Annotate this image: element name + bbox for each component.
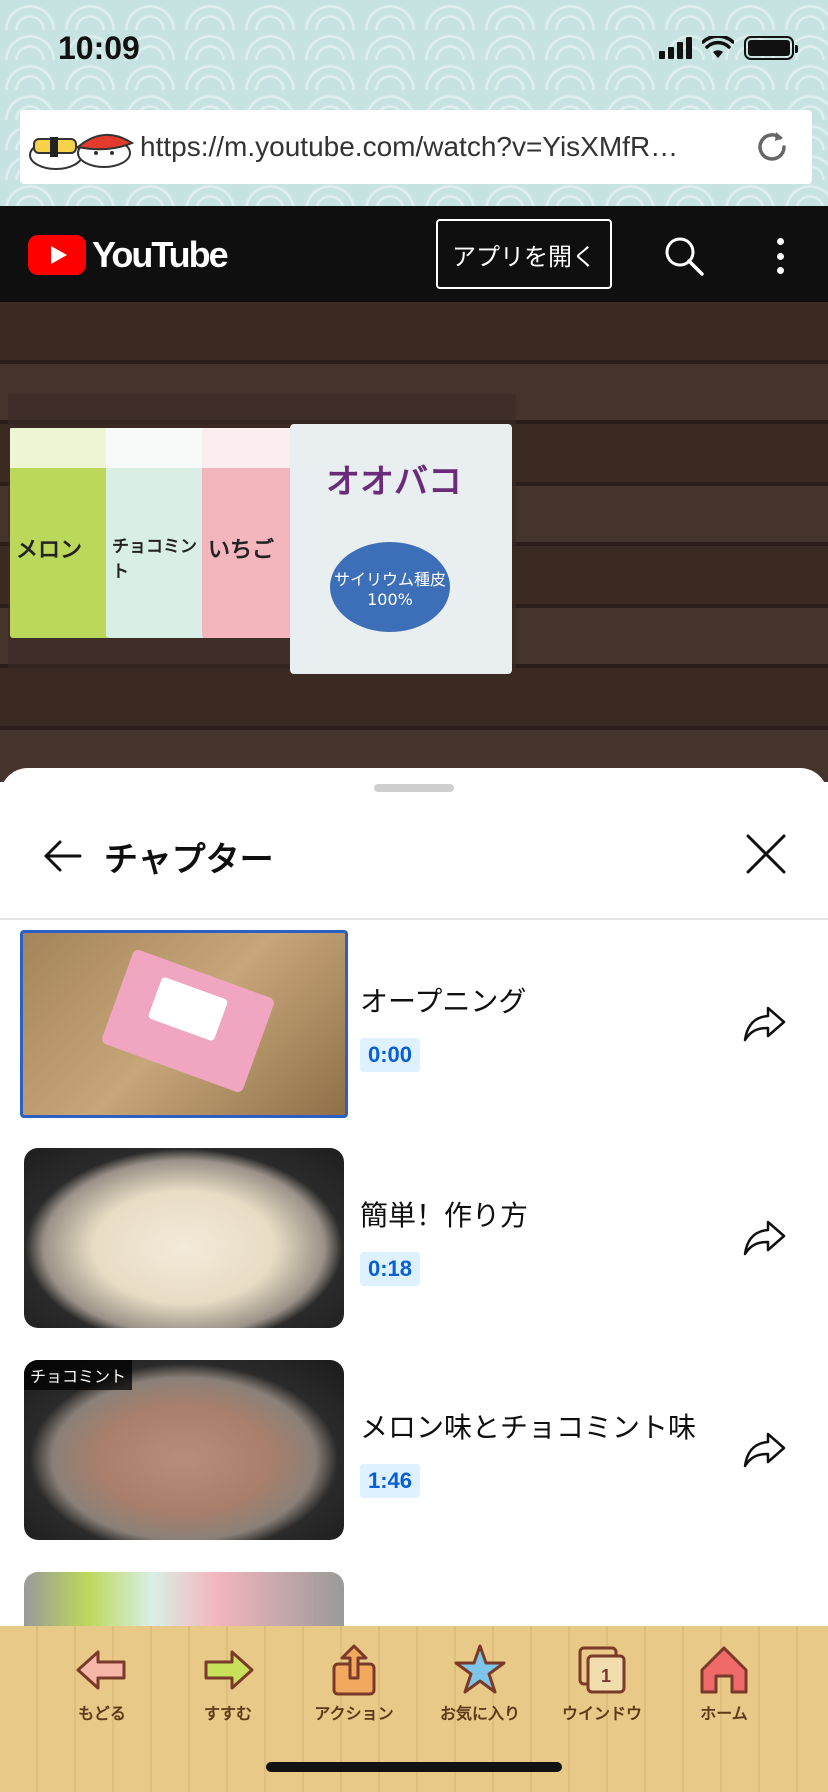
toolbar-window-button[interactable]: 1 ウインドウ	[552, 1642, 652, 1738]
chapter-thumbnail[interactable]	[24, 1148, 344, 1328]
star-icon	[454, 1644, 506, 1694]
toolbar-label: ウインドウ	[561, 1704, 642, 1723]
status-time: 10:09	[58, 30, 140, 66]
chapter-thumb-tag: チョコミント	[24, 1360, 133, 1390]
cellular-signal-icon	[659, 37, 692, 59]
toolbar-label: お気に入り	[439, 1704, 520, 1723]
chapters-title: チャプター	[104, 840, 274, 880]
chapter-timestamp[interactable]: 1:46	[360, 1464, 421, 1498]
status-bar: 10:09	[0, 0, 828, 100]
search-icon[interactable]	[662, 234, 706, 278]
back-arrow-icon[interactable]	[40, 832, 88, 880]
chapter-item[interactable]: 簡単！作り方 0:18	[0, 1148, 828, 1334]
youtube-logo-text: YouTube	[92, 234, 229, 275]
svg-text:1: 1	[601, 1666, 611, 1686]
share-action-icon	[332, 1644, 376, 1696]
chapter-timestamp[interactable]: 0:00	[360, 1038, 421, 1072]
sushi-logo-icon	[26, 117, 136, 177]
reload-icon[interactable]	[742, 117, 802, 177]
status-icons	[659, 36, 798, 60]
close-icon[interactable]	[738, 826, 794, 882]
browser-chrome: 10:09 https://m.youtube.com/watch?v=YisX…	[0, 0, 828, 206]
youtube-logo[interactable]: YouTube	[28, 234, 229, 276]
home-icon	[700, 1646, 748, 1694]
wifi-icon	[702, 36, 734, 58]
chapter-thumbnail[interactable]: チョコミント	[24, 1360, 344, 1540]
battery-icon	[744, 36, 798, 60]
psyllium-bag: オオバコ サイリウム種皮 100%	[290, 424, 512, 674]
toolbar-label: すすむ	[203, 1704, 252, 1723]
chapter-item[interactable]: チョコミント メロン味とチョコミント味 1:46	[0, 1360, 828, 1546]
home-indicator[interactable]	[266, 1762, 562, 1772]
toolbar-home-button[interactable]: ホーム	[674, 1642, 774, 1738]
chapter-thumbnail[interactable]	[24, 1572, 344, 1628]
chapter-title: オープニング	[360, 985, 527, 1018]
share-icon[interactable]	[742, 1216, 786, 1260]
drag-handle[interactable]	[374, 784, 454, 792]
carton-melon: メロン	[10, 428, 110, 638]
url-text[interactable]: https://m.youtube.com/watch?v=YisXMfR…	[140, 131, 742, 163]
back-arrow-icon	[76, 1650, 126, 1690]
toolbar-label: ホーム	[700, 1704, 748, 1723]
carton-chocomint: チョコミント	[106, 428, 206, 638]
chapter-title: 簡単！作り方	[360, 1199, 529, 1232]
chapter-thumbnail[interactable]	[20, 930, 348, 1118]
chapters-header: チャプター	[0, 796, 828, 920]
youtube-header: YouTube アプリを開く	[0, 206, 828, 302]
chapter-item[interactable]	[0, 1572, 828, 1628]
chapter-item[interactable]: オープニング 0:00	[0, 930, 828, 1120]
chapter-title: メロン味とチョコミント味	[360, 1411, 697, 1444]
window-icon: 1	[578, 1646, 626, 1694]
chapters-panel: チャプター オープニング 0:00 簡単！作り方 0:18 チョコミント メロン…	[0, 768, 828, 1628]
video-player[interactable]: メロン チョコミント いちご オオバコ サイリウム種皮 100%	[0, 302, 828, 782]
carton-strawberry: いちご	[202, 428, 302, 638]
toolbar-label: もどる	[78, 1704, 126, 1723]
toolbar-label: アクション	[314, 1704, 394, 1723]
share-icon[interactable]	[742, 1428, 786, 1472]
forward-arrow-icon	[204, 1650, 254, 1690]
toolbar-back-button[interactable]: もどる	[52, 1642, 152, 1738]
youtube-play-icon	[28, 235, 86, 275]
toolbar-favorites-button[interactable]: お気に入り	[430, 1642, 530, 1738]
toolbar-forward-button[interactable]: すすむ	[178, 1642, 278, 1738]
url-bar[interactable]: https://m.youtube.com/watch?v=YisXMfR…	[20, 110, 812, 184]
more-vert-icon[interactable]	[760, 234, 800, 278]
share-icon[interactable]	[742, 1002, 786, 1046]
chapter-timestamp[interactable]: 0:18	[360, 1252, 421, 1286]
open-app-button[interactable]: アプリを開く	[436, 219, 612, 289]
toolbar-action-button[interactable]: アクション	[304, 1642, 404, 1738]
